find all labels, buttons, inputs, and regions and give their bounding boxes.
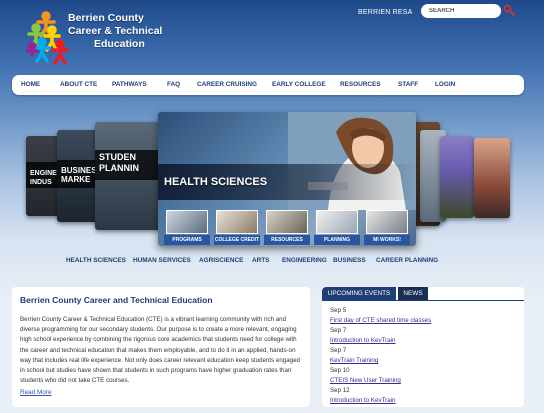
thumb-mi-works[interactable]: MI WORKS! (364, 210, 410, 245)
event-link[interactable]: Introduction to KevTrain (330, 337, 395, 344)
event-link[interactable]: First day of CTE shared time classes (330, 317, 431, 324)
logo-line-1: Berrien County (68, 12, 144, 24)
berrien-resa-link[interactable]: BERRIEN RESA (358, 9, 413, 16)
subnav-career-planning[interactable]: CAREER PLANNING (376, 257, 438, 264)
thumb-planning[interactable]: PLANNING (314, 210, 360, 245)
nav-staff[interactable]: STAFF (398, 81, 418, 88)
subnav-engineering[interactable]: ENGINEERING (282, 257, 327, 264)
nav-resources[interactable]: RESOURCES (340, 81, 380, 88)
event-link[interactable]: KevTrain Training (330, 357, 378, 364)
carousel-card-right-4[interactable] (474, 138, 510, 218)
site-header: Berrien County Career & Technical Educat… (0, 0, 544, 72)
carousel-card-right-3[interactable] (440, 136, 474, 218)
thumb-label: PLANNING (314, 235, 360, 245)
event-date: Sep 7 (330, 347, 347, 354)
nav-login[interactable]: LOGIN (435, 81, 455, 88)
subnav-health-sciences[interactable]: HEALTH SCIENCES (66, 257, 126, 264)
intro-title: Berrien County Career and Technical Educ… (20, 295, 213, 305)
subnav-business[interactable]: BUSINESS (333, 257, 366, 264)
carousel-main-title: HEALTH SCIENCES (164, 176, 268, 188)
subnav-human-services[interactable]: HUMAN SERVICES (133, 257, 191, 264)
nav-pathways[interactable]: PATHWAYS (112, 81, 147, 88)
logo-text: Berrien County Career & Technical Educat… (68, 12, 162, 51)
events-panel: UPCOMING EVENTS NEWS Sep 5 First day of … (322, 287, 524, 407)
nav-home[interactable]: HOME (21, 81, 40, 88)
subnav-agriscience[interactable]: AGRISCIENCE (199, 257, 243, 264)
thumb-label: PROGRAMS (164, 235, 210, 245)
carousel-thumbs: PROGRAMS COLLEGE CREDIT RESOURCES PLANNI… (164, 210, 416, 246)
carousel-main-health-sciences[interactable]: HEALTH SCIENCES PROGRAMS COLLEGE CREDIT … (158, 112, 416, 246)
read-more-link[interactable]: Read More (20, 389, 52, 396)
pathway-carousel: ENGINEE & INDUS BUSINES & MARKE STUDEN P… (20, 108, 524, 248)
logo-line-3: Education (94, 38, 145, 50)
main-nav: HOME ABOUT CTE PATHWAYS FAQ CAREER CRUIS… (12, 75, 524, 95)
tab-upcoming-events[interactable]: UPCOMING EVENTS (322, 287, 396, 300)
thumb-resources[interactable]: RESOURCES (264, 210, 310, 245)
pathway-subnav: HEALTH SCIENCES HUMAN SERVICES AGRISCIEN… (0, 257, 544, 267)
intro-body: Berrien County Career & Technical Educat… (20, 316, 300, 385)
site-logo[interactable]: Berrien County Career & Technical Educat… (26, 6, 176, 66)
thumb-label: RESOURCES (264, 235, 310, 245)
event-link[interactable]: Introduction to KevTrain (330, 397, 395, 404)
event-link[interactable]: CTEIS New User Training (330, 377, 401, 384)
nav-faq[interactable]: FAQ (167, 81, 180, 88)
search-icon[interactable] (503, 4, 515, 16)
thumb-college-credit[interactable]: COLLEGE CREDIT (214, 210, 260, 245)
logo-line-2: Career & Technical (68, 25, 163, 37)
intro-panel: Berrien County Career and Technical Educ… (12, 287, 310, 407)
event-date: Sep 12 (330, 387, 350, 394)
nav-early-college[interactable]: EARLY COLLEGE (272, 81, 326, 88)
nav-about-cte[interactable]: ABOUT CTE (60, 81, 97, 88)
tab-news[interactable]: NEWS (398, 287, 428, 300)
event-date: Sep 10 (330, 367, 350, 374)
thumb-label: COLLEGE CREDIT (214, 235, 260, 245)
nav-career-cruising[interactable]: CAREER CRUISING (197, 81, 257, 88)
subnav-arts[interactable]: ARTS (252, 257, 269, 264)
event-date: Sep 7 (330, 327, 347, 334)
thumb-label: MI WORKS! (364, 235, 410, 245)
carousel-card-label: STUDEN PLANNIN (99, 152, 139, 173)
event-date: Sep 5 (330, 307, 347, 314)
search-input[interactable] (421, 4, 501, 18)
thumb-programs[interactable]: PROGRAMS (164, 210, 210, 245)
carousel-card-student-planning[interactable]: STUDEN PLANNIN (95, 122, 161, 230)
